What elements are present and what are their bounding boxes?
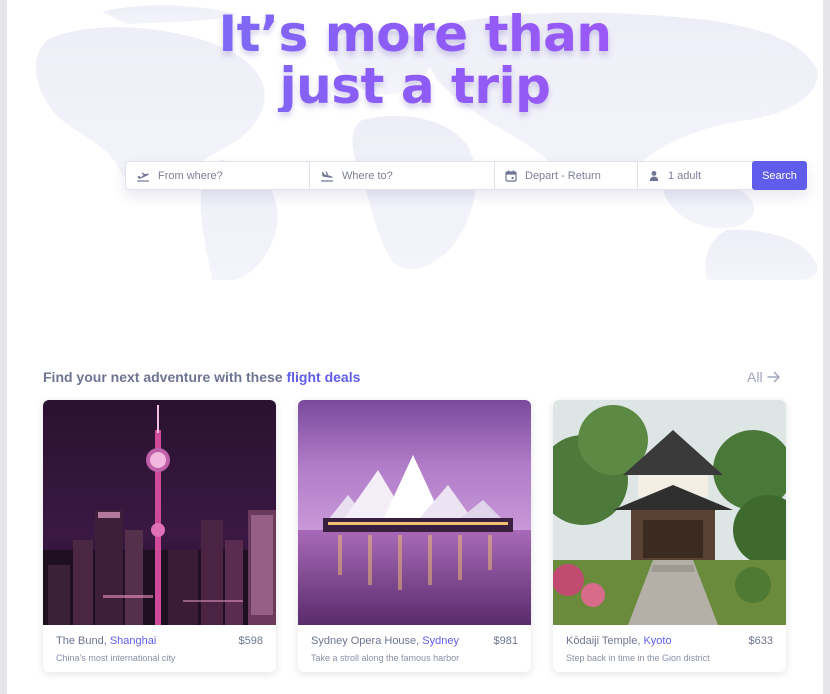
shanghai-skyline-image	[43, 400, 276, 625]
from-field[interactable]: From where?	[126, 162, 310, 189]
deal-description: Take a stroll along the famous harbor	[311, 653, 460, 663]
from-placeholder: From where?	[158, 169, 223, 182]
deal-price: $633	[748, 635, 773, 647]
deal-card-body: Sydney Opera House, Sydney $981 Take a s…	[298, 625, 531, 672]
deal-card-sydney[interactable]: Sydney Opera House, Sydney $981 Take a s…	[298, 400, 531, 672]
deal-card-body: The Bund, Shanghai $598 China’s most int…	[43, 625, 276, 672]
hero-title-line-1: It’s more than	[7, 8, 823, 60]
page: It’s more than just a trip From where? W…	[7, 0, 823, 694]
to-placeholder: Where to?	[342, 169, 393, 182]
deal-price: $598	[238, 635, 263, 647]
passengers-value: 1 adult	[668, 169, 702, 182]
person-icon	[649, 170, 659, 181]
all-deals-label: All	[747, 369, 763, 385]
calendar-icon	[505, 170, 517, 182]
deal-card-body: Kōdaiji Temple, Kyoto $633 Step back in …	[553, 625, 786, 672]
deal-place: Kōdaiji Temple, Kyoto	[566, 635, 672, 647]
all-deals-link[interactable]: All	[747, 369, 781, 385]
kyoto-temple-image	[553, 400, 786, 625]
deal-place: Sydney Opera House, Sydney	[311, 635, 459, 647]
arrival-plane-icon	[321, 170, 333, 182]
deal-card-shanghai[interactable]: The Bund, Shanghai $598 China’s most int…	[43, 400, 276, 672]
deal-card-kyoto[interactable]: Kōdaiji Temple, Kyoto $633 Step back in …	[553, 400, 786, 672]
to-field[interactable]: Where to?	[310, 162, 495, 189]
deals-heading: Find your next adventure with these flig…	[43, 369, 360, 385]
deal-price: $981	[493, 635, 518, 647]
deal-place: The Bund, Shanghai	[56, 635, 157, 647]
departure-plane-icon	[137, 172, 149, 182]
date-field[interactable]: Depart - Return	[495, 162, 638, 189]
flight-search-bar: From where? Where to? Depart - Return 1 …	[125, 161, 807, 190]
hero-title: It’s more than just a trip	[7, 8, 823, 112]
hero-title-line-2: just a trip	[7, 60, 823, 112]
passengers-field[interactable]: 1 adult	[638, 162, 752, 189]
sydney-opera-house-image	[298, 400, 531, 625]
deals-heading-prefix: Find your next adventure with these	[43, 369, 283, 385]
deal-description: Step back in time in the Gion district	[566, 653, 710, 663]
arrow-right-icon	[766, 371, 780, 383]
deal-description: China’s most international city	[56, 653, 176, 663]
search-button[interactable]: Search	[752, 161, 807, 190]
date-placeholder: Depart - Return	[525, 169, 601, 182]
deals-heading-accent: flight deals	[286, 369, 361, 385]
